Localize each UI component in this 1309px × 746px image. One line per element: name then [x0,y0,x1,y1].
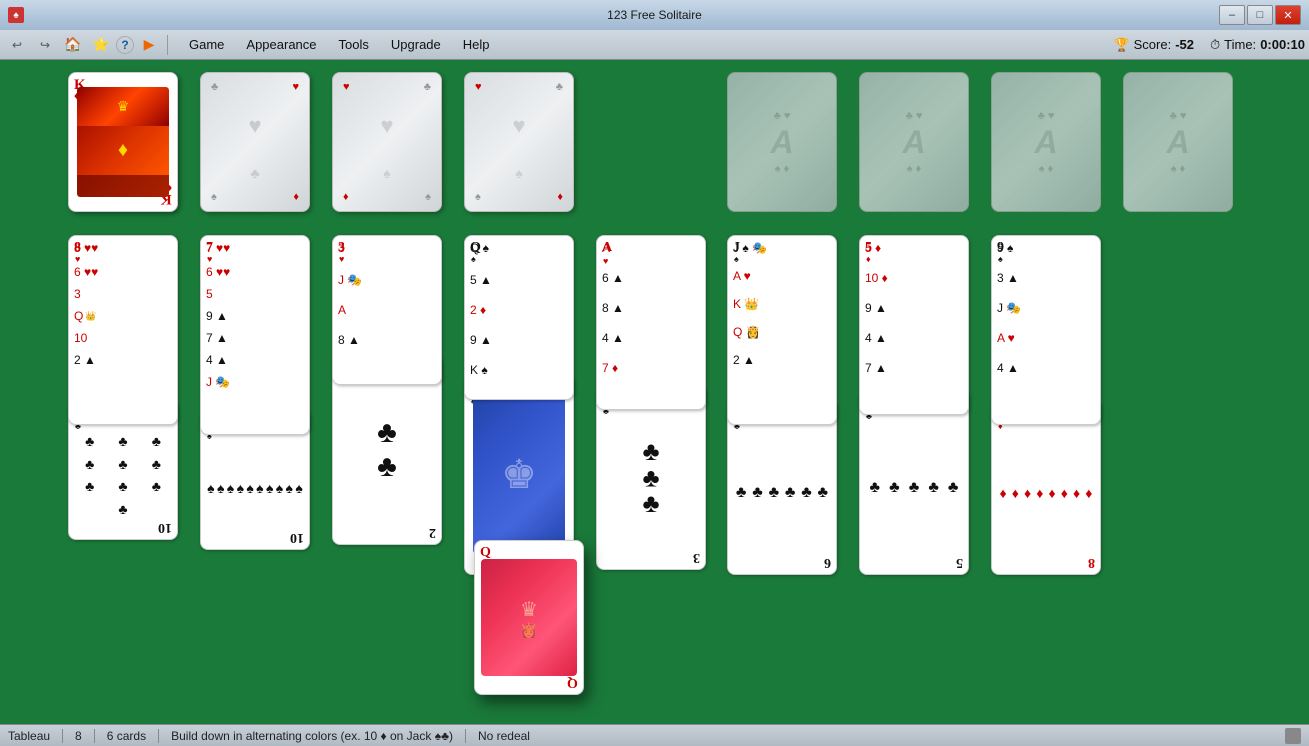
card-col1-stack[interactable]: 8 ♥ 8 ♥♥ 6 ♥♥ 3 Q👑 10 2 ▲ [68,235,178,425]
status-card-count: 6 cards [107,729,146,743]
foundation-1[interactable]: ♣ ♥ A ♠ ♦ [727,72,837,212]
toolbar-back-button[interactable]: ↩ [4,33,30,57]
toolbar-help-button[interactable]: ? [116,36,134,54]
score-icon: 🏆 [1113,37,1129,53]
app-icon: ♠ [8,7,24,23]
toolbar-add-button[interactable]: ▶ [136,33,162,57]
menu-appearance[interactable]: Appearance [236,35,326,54]
time-label: Time: [1224,37,1256,52]
card-col5-stack[interactable]: A ♥ A 6 ▲ 8 ▲ 4 ▲ 7 ♦ [596,235,706,410]
score-value: -52 [1175,37,1194,52]
foundation-4[interactable]: ♣ ♥ A ♠ ♦ [1123,72,1233,212]
time-display: ⏱ Time: 0:00:10 [1210,37,1305,53]
time-value: 0:00:10 [1260,37,1305,52]
card-col2-stack[interactable]: 7 ♥ 7 ♥♥ 6 ♥♥ 5 9 ▲ 7 ▲ 4 ▲ J 🎭 [200,235,310,435]
stock-pile-1[interactable]: K ♦ K ♦ ♛ ♦ [68,72,178,212]
foundation-3[interactable]: ♣ ♥ A ♠ ♦ [991,72,1101,212]
maximize-button[interactable]: □ [1247,5,1273,25]
status-build-rule: Build down in alternating colors (ex. 10… [171,729,453,743]
title-bar: ♠ 123 Free Solitaire – □ ✕ [0,0,1309,30]
stock-pile-2[interactable]: ♣ ♥ ♥ ♣ ♠ ♦ [200,72,310,212]
toolbar-separator [167,35,168,55]
status-sep-2 [94,729,95,743]
minimize-button[interactable]: – [1219,5,1245,25]
time-icon: ⏱ [1210,37,1220,53]
close-button[interactable]: ✕ [1275,5,1301,25]
title-bar-left: ♠ [8,7,24,23]
status-game-type: Tableau [8,729,50,743]
score-label: Score: [1134,37,1172,52]
window-controls: – □ ✕ [1219,5,1301,25]
menu-bar: Game Appearance Tools Upgrade Help [179,35,500,54]
card-col8-stack[interactable]: 9 ♠ 9 ♠ 3 ▲ J 🎭 A ♥ 4 ▲ [991,235,1101,425]
menu-help[interactable]: Help [453,35,500,54]
card-col4-stack[interactable]: Q ♠ Q ♠ 5 ▲ 2 ♦ 9 ▲ K ♠ [464,235,574,400]
toolbar: ↩ ↪ 🏠 ⭐ ? ▶ Game Appearance Tools Upgrad… [0,30,1309,60]
resize-handle[interactable] [1285,728,1301,744]
card-col5-bottom[interactable]: 3 ♣ ♣ ♣ ♣ 3 [596,385,706,570]
card-8-diamonds[interactable]: 8 ♦ ♦♦ ♦♦ ♦♦ ♦♦ 8 [991,400,1101,575]
score-time-area: 🏆 Score: -52 ⏱ Time: 0:00:10 [1113,37,1305,53]
menu-upgrade[interactable]: Upgrade [381,35,451,54]
window-title: 123 Free Solitaire [607,8,702,22]
foundation-2[interactable]: ♣ ♥ A ♠ ♦ [859,72,969,212]
status-redeal-rule: No redeal [478,729,530,743]
card-col6-bottom[interactable]: 6 ♣ ♣♣ ♣♣ ♣♣ 6 [727,400,837,575]
status-sep-4 [465,729,466,743]
card-col6-stack[interactable]: J ♠ J ♠ 🎭 A ♥ K 👑 Q 👸 2 ▲ [727,235,837,425]
toolbar-star-button[interactable]: ⭐ [88,33,114,57]
score-display: 🏆 Score: -52 [1113,37,1194,53]
stock-pile-4[interactable]: ♥ ♣ ♥ ♠ ♠ ♦ [464,72,574,212]
card-col3-stack[interactable]: 3 ♥ 3 J 🎭 A 8 ▲ [332,235,442,385]
stock-pile-3[interactable]: ♥ ♣ ♥ ♠ ♦ ♠ [332,72,442,212]
toolbar-home-button[interactable]: 🏠 [60,33,86,57]
menu-tools[interactable]: Tools [329,35,379,54]
card-col7-stack[interactable]: 5 ♦ 5 ♦ 10 ♦ 9 ▲ 4 ▲ 7 ▲ [859,235,969,415]
status-sep-3 [158,729,159,743]
toolbar-forward-button[interactable]: ↪ [32,33,58,57]
status-sep-1 [62,729,63,743]
card-col7-bottom[interactable]: 5 ♣ ♣♣ ♣ ♣♣ 5 [859,390,969,575]
menu-game[interactable]: Game [179,35,234,54]
status-col-count: 8 [75,729,82,743]
card-queen-hearts-dragging[interactable]: Q ♥ ♛ 👸 Q [474,540,584,695]
status-bar: Tableau 8 6 cards Build down in alternat… [0,724,1309,746]
game-area: K ♦ K ♦ ♛ ♦ ♣ ♥ ♥ ♣ ♠ ♦ ♥ ♣ ♥ ♠ ♦ [0,60,1309,724]
